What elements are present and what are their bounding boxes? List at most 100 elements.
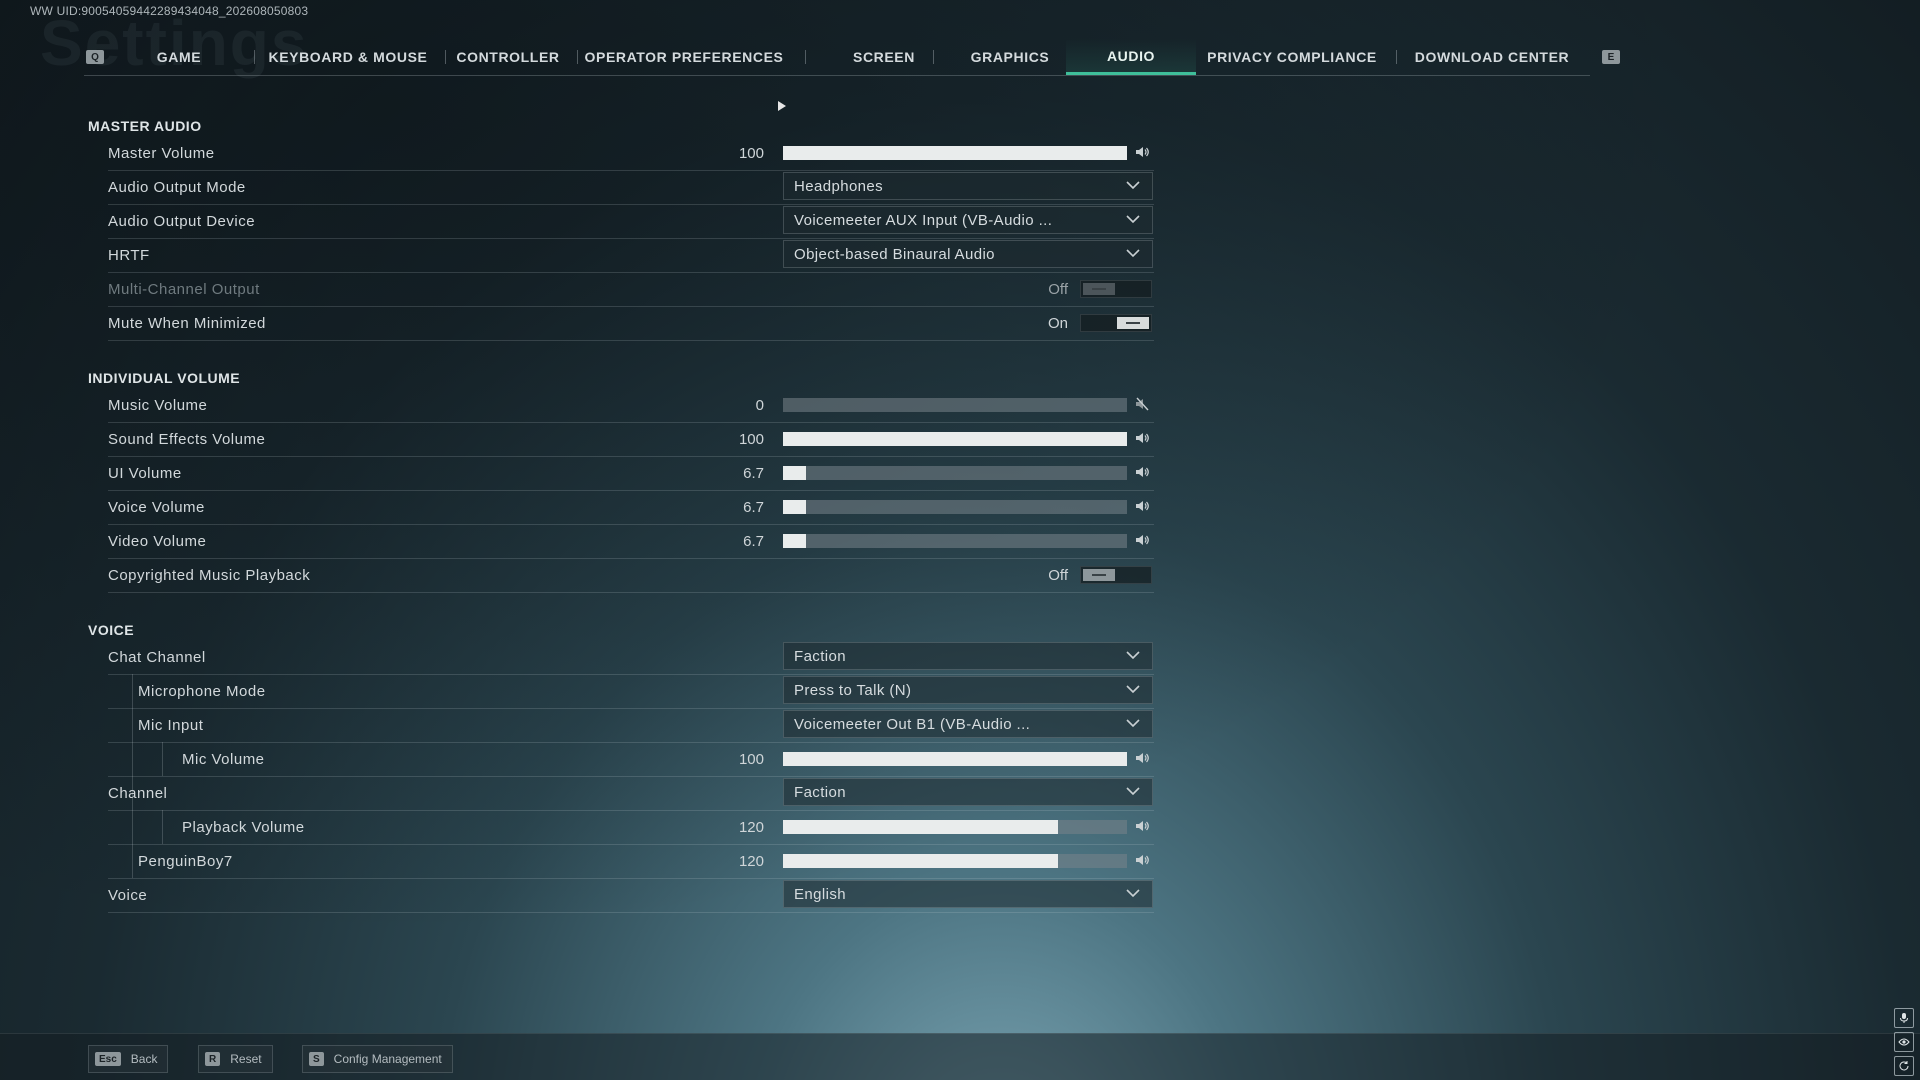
chevron-down-icon — [1126, 181, 1140, 190]
setting-value: 6.7 — [743, 465, 764, 482]
tab-controller[interactable]: CONTROLLER — [452, 39, 564, 75]
tab-keyboard-mouse[interactable]: KEYBOARD & MOUSE — [264, 39, 432, 75]
setting-value: 0 — [755, 397, 764, 414]
slider-fill — [783, 854, 1059, 868]
audio-output-mode-dropdown[interactable]: Headphones — [783, 172, 1153, 200]
setting-label: Video Volume — [108, 533, 207, 550]
tab-screen[interactable]: SCREEN — [824, 39, 944, 75]
video-volume-slider[interactable] — [783, 534, 1127, 548]
eye-icon[interactable] — [1894, 1032, 1914, 1052]
slider-fill — [783, 534, 807, 548]
tab-graphics[interactable]: GRAPHICS — [950, 39, 1070, 75]
toggle-knob — [1083, 283, 1115, 295]
tab-audio[interactable]: AUDIO — [1066, 39, 1196, 75]
dropdown-value: Voicemeeter Out B1 (VB-Audio ... — [794, 716, 1031, 733]
speaker-icon[interactable] — [1134, 532, 1150, 548]
toggle-knob — [1083, 569, 1115, 581]
slider-fill — [783, 820, 1059, 834]
multi-channel-toggle — [1080, 280, 1152, 298]
setting-label: Playback Volume — [182, 819, 305, 836]
chevron-down-icon — [1126, 889, 1140, 898]
speaker-icon[interactable] — [1134, 818, 1150, 834]
speaker-icon[interactable] — [1134, 144, 1150, 160]
reset-button[interactable]: R Reset — [198, 1045, 273, 1073]
setting-value: 6.7 — [743, 499, 764, 516]
speaker-muted-icon[interactable] — [1134, 396, 1150, 412]
setting-label: Chat Channel — [108, 649, 206, 666]
mic-input-dropdown[interactable]: Voicemeeter Out B1 (VB-Audio ... — [783, 710, 1153, 738]
chevron-down-icon — [1126, 249, 1140, 258]
hrtf-dropdown[interactable]: Object-based Binaural Audio — [783, 240, 1153, 268]
player-volume-slider[interactable] — [783, 854, 1127, 868]
microphone-icon[interactable] — [1894, 1008, 1914, 1028]
setting-label: Mic Input — [138, 717, 204, 734]
copyrighted-music-toggle[interactable] — [1080, 566, 1152, 584]
slider-fill — [783, 146, 1127, 160]
slider-fill — [783, 752, 1127, 766]
speaker-icon[interactable] — [1134, 852, 1150, 868]
audio-output-device-dropdown[interactable]: Voicemeeter AUX Input (VB-Audio ... — [783, 206, 1153, 234]
setting-mic-input: Mic Input Voicemeeter Out B1 (VB-Audio .… — [108, 708, 1154, 743]
key-hint: S — [309, 1052, 324, 1066]
setting-label: Audio Output Device — [108, 213, 256, 230]
sfx-volume-slider[interactable] — [783, 432, 1127, 446]
tab-divider — [933, 50, 934, 64]
mouse-cursor — [778, 101, 786, 111]
microphone-mode-dropdown[interactable]: Press to Talk (N) — [783, 676, 1153, 704]
chat-channel-dropdown[interactable]: Faction — [783, 642, 1153, 670]
toggle-state: Off — [1048, 281, 1068, 298]
ui-volume-slider[interactable] — [783, 466, 1127, 480]
voice-volume-slider[interactable] — [783, 500, 1127, 514]
back-button[interactable]: Esc Back — [88, 1045, 169, 1073]
playback-volume-slider[interactable] — [783, 820, 1127, 834]
tab-privacy-compliance[interactable]: PRIVACY COMPLIANCE — [1202, 39, 1382, 75]
master-volume-slider[interactable] — [783, 146, 1127, 160]
button-label: Config Management — [333, 1052, 442, 1066]
config-management-button[interactable]: S Config Management — [302, 1045, 453, 1073]
setting-copyrighted-music-playback: Copyrighted Music Playback Off — [108, 558, 1154, 593]
setting-microphone-mode: Microphone Mode Press to Talk (N) — [108, 674, 1154, 709]
speaker-icon[interactable] — [1134, 430, 1150, 446]
tab-game[interactable]: GAME — [124, 39, 234, 75]
tab-next-key[interactable]: E — [1602, 50, 1620, 64]
mic-volume-slider[interactable] — [783, 752, 1127, 766]
refresh-icon[interactable] — [1894, 1056, 1914, 1076]
setting-playback-volume: Playback Volume 120 — [108, 810, 1154, 845]
slider-fill — [783, 432, 1127, 446]
toggle-state: On — [1047, 315, 1068, 332]
mute-minimized-toggle[interactable] — [1080, 314, 1152, 332]
setting-master-volume: Master Volume 100 — [108, 136, 1154, 171]
tab-divider — [577, 50, 578, 64]
speaker-icon[interactable] — [1134, 464, 1150, 480]
tab-prev-key[interactable]: Q — [86, 50, 104, 64]
setting-label: Microphone Mode — [138, 683, 266, 700]
setting-chat-channel: Chat Channel Faction — [108, 640, 1154, 675]
setting-label: Copyrighted Music Playback — [108, 567, 311, 584]
speaker-icon[interactable] — [1134, 750, 1150, 766]
music-volume-slider[interactable] — [783, 398, 1127, 412]
setting-video-volume: Video Volume 6.7 — [108, 524, 1154, 559]
setting-label: Audio Output Mode — [108, 179, 246, 196]
setting-value: 100 — [738, 431, 764, 448]
voice-language-dropdown[interactable]: English — [783, 880, 1153, 908]
dropdown-value: Faction — [794, 784, 846, 801]
button-label: Reset — [230, 1052, 262, 1066]
setting-label: Sound Effects Volume — [108, 431, 266, 448]
setting-label: PenguinBoy7 — [138, 853, 233, 870]
channel-dropdown[interactable]: Faction — [783, 778, 1153, 806]
setting-hrtf: HRTF Object-based Binaural Audio — [108, 238, 1154, 273]
speaker-icon[interactable] — [1134, 498, 1150, 514]
tab-download-center[interactable]: DOWNLOAD CENTER — [1404, 39, 1580, 75]
setting-label: Mic Volume — [182, 751, 265, 768]
chevron-down-icon — [1126, 685, 1140, 694]
tab-operator-preferences[interactable]: OPERATOR PREFERENCES — [584, 39, 784, 75]
setting-label: Voice Volume — [108, 499, 205, 516]
chevron-down-icon — [1126, 719, 1140, 728]
bottom-bar: Esc Back R Reset S Config Management — [0, 1033, 1920, 1080]
dropdown-value: Object-based Binaural Audio — [794, 246, 995, 263]
section-individual-volume: INDIVIDUAL VOLUME — [88, 370, 241, 386]
section-master-audio: MASTER AUDIO — [88, 118, 202, 134]
setting-voice-volume: Voice Volume 6.7 — [108, 490, 1154, 525]
tab-divider — [805, 50, 806, 64]
setting-channel: Channel Faction — [108, 776, 1154, 811]
